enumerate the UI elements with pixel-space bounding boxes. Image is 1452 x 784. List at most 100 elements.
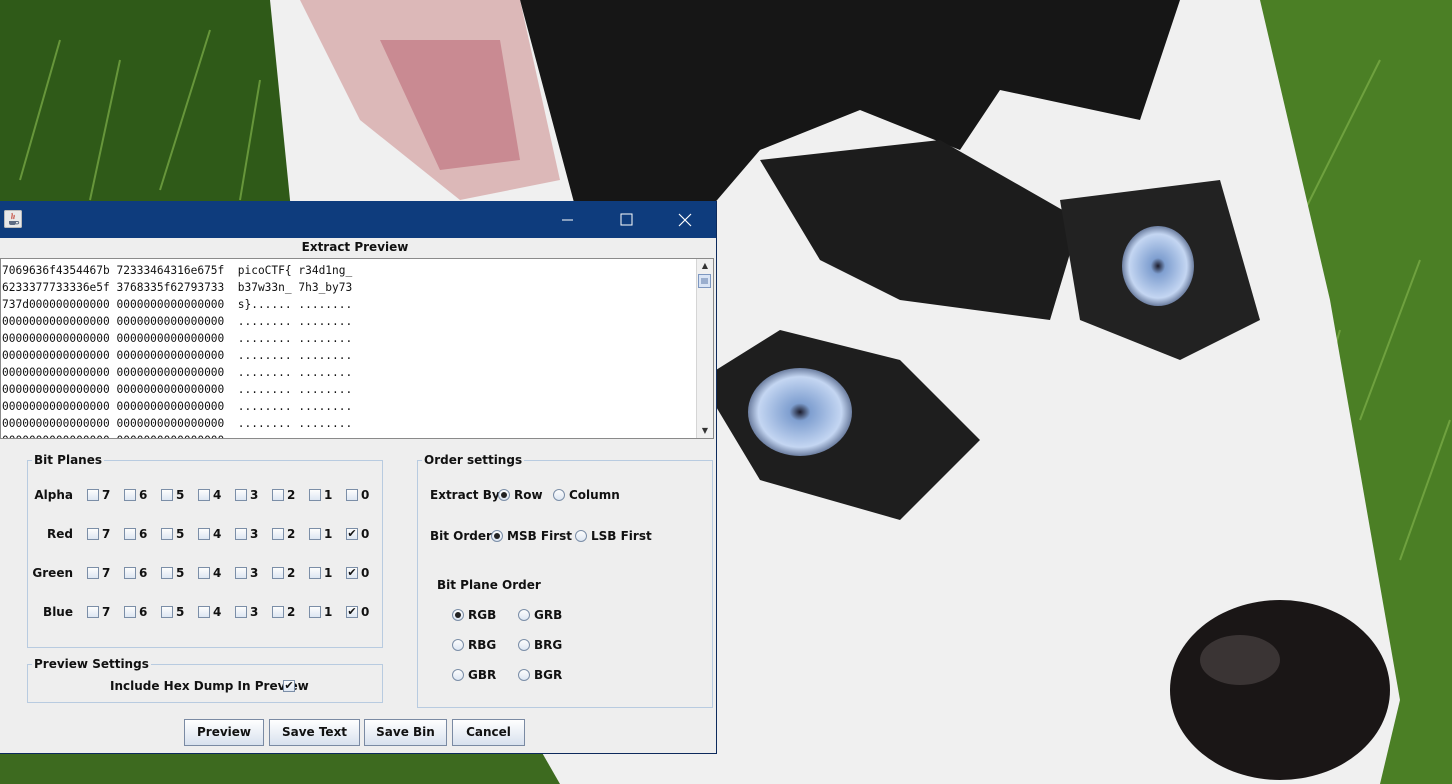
bit-number-label: 3	[250, 488, 259, 502]
bit-plane-checkbox[interactable]	[235, 489, 247, 501]
preview-text-area[interactable]: 7069636f4354467b 72333464316e675f picoCT…	[0, 258, 714, 439]
bit-plane-checkbox[interactable]	[124, 567, 136, 579]
bit-number-label: 7	[102, 488, 111, 502]
bit-plane-checkbox[interactable]	[272, 489, 284, 501]
cancel-button[interactable]: Cancel	[452, 719, 525, 746]
bit-plane-checkbox[interactable]	[309, 567, 321, 579]
bit-plane-checkbox[interactable]	[87, 528, 99, 540]
bit-number-label: 2	[287, 605, 296, 619]
bit-plane-order-option-label[interactable]: GBR	[468, 668, 496, 682]
bit-plane-row-label: Blue	[43, 605, 73, 619]
bit-plane-order-option-label[interactable]: RGB	[468, 608, 496, 622]
lsb-first-radio[interactable]	[575, 530, 587, 542]
bit-plane-checkbox[interactable]	[161, 489, 173, 501]
title-bar[interactable]	[0, 201, 716, 238]
bit-plane-order-option-label[interactable]: GRB	[534, 608, 562, 622]
extract-by-label: Extract By	[430, 488, 500, 502]
bit-plane-checkbox[interactable]	[87, 606, 99, 618]
preview-settings-title: Preview Settings	[32, 656, 151, 672]
bit-plane-checkbox[interactable]	[161, 606, 173, 618]
bit-plane-checkbox[interactable]: ✔	[346, 567, 358, 579]
scroll-down-icon[interactable]: ▼	[697, 424, 713, 438]
extract-by-column-radio[interactable]	[553, 489, 565, 501]
vertical-scrollbar[interactable]: ▲ ▼	[696, 259, 713, 438]
bit-plane-order-label: Bit Plane Order	[437, 578, 541, 592]
bit-number-label: 1	[324, 488, 333, 502]
bit-order-label: Bit Order	[430, 529, 492, 543]
bit-plane-order-radio[interactable]	[452, 609, 464, 621]
bit-number-label: 7	[102, 605, 111, 619]
bit-number-label: 0	[361, 488, 370, 502]
bit-number-label: 1	[324, 566, 333, 580]
extract-dialog: Extract Preview 7069636f4354467b 7233346…	[0, 201, 717, 754]
hex-dump-label: Include Hex Dump In Preview	[110, 679, 309, 693]
bit-plane-checkbox[interactable]	[346, 489, 358, 501]
bit-plane-checkbox[interactable]	[87, 567, 99, 579]
minimize-button[interactable]	[538, 201, 596, 238]
bit-plane-checkbox[interactable]	[161, 567, 173, 579]
bit-number-label: 3	[250, 605, 259, 619]
scroll-up-icon[interactable]: ▲	[697, 259, 713, 273]
bit-plane-checkbox[interactable]	[124, 606, 136, 618]
bit-plane-checkbox[interactable]	[272, 606, 284, 618]
bit-plane-checkbox[interactable]	[87, 489, 99, 501]
bit-plane-checkbox[interactable]	[272, 528, 284, 540]
bit-number-label: 4	[213, 527, 222, 541]
bit-number-label: 4	[213, 605, 222, 619]
bit-plane-checkbox[interactable]: ✔	[346, 606, 358, 618]
maximize-icon	[620, 213, 633, 226]
preview-line: 737d000000000000 0000000000000000 s}....…	[2, 298, 353, 311]
bit-plane-order-option-label[interactable]: RBG	[468, 638, 496, 652]
bit-plane-order-radio[interactable]	[518, 639, 530, 651]
extract-preview-title: Extract Preview	[301, 240, 409, 254]
bit-plane-checkbox[interactable]	[124, 489, 136, 501]
bit-plane-checkbox[interactable]	[161, 528, 173, 540]
bit-number-label: 0	[361, 566, 370, 580]
bit-plane-order-option-label[interactable]: BRG	[534, 638, 562, 652]
extract-by-row-radio[interactable]	[498, 489, 510, 501]
save-bin-button[interactable]: Save Bin	[364, 719, 447, 746]
lsb-first-label[interactable]: LSB First	[591, 529, 652, 543]
bit-plane-order-radio[interactable]	[452, 639, 464, 651]
scroll-thumb[interactable]	[698, 274, 711, 288]
close-button[interactable]	[656, 201, 714, 238]
msb-first-radio[interactable]	[491, 530, 503, 542]
preview-settings-group: Preview Settings Include Hex Dump In Pre…	[27, 656, 383, 703]
bit-plane-checkbox[interactable]	[272, 567, 284, 579]
bit-plane-order-option-label[interactable]: BGR	[534, 668, 562, 682]
msb-first-label[interactable]: MSB First	[507, 529, 572, 543]
bit-plane-checkbox[interactable]	[309, 606, 321, 618]
bit-plane-checkbox[interactable]	[198, 567, 210, 579]
bit-plane-order-radio[interactable]	[518, 669, 530, 681]
bit-plane-checkbox[interactable]	[235, 567, 247, 579]
bit-number-label: 6	[139, 605, 148, 619]
bit-plane-checkbox[interactable]	[309, 528, 321, 540]
bit-plane-order-radio[interactable]	[452, 669, 464, 681]
bit-plane-checkbox[interactable]	[198, 606, 210, 618]
bit-number-label: 2	[287, 566, 296, 580]
hex-dump-checkbox[interactable]: ✔	[283, 680, 295, 692]
bit-plane-checkbox[interactable]	[235, 528, 247, 540]
bit-number-label: 4	[213, 566, 222, 580]
save-text-button[interactable]: Save Text	[269, 719, 360, 746]
bit-plane-checkbox[interactable]	[124, 528, 136, 540]
preview-lines: 7069636f4354467b 72333464316e675f picoCT…	[2, 262, 353, 438]
grip-icon	[701, 278, 708, 284]
extract-by-column-label[interactable]: Column	[569, 488, 620, 502]
maximize-button[interactable]	[597, 201, 655, 238]
bit-number-label: 0	[361, 527, 370, 541]
bit-plane-checkbox[interactable]	[198, 489, 210, 501]
preview-line: 0000000000000000 0000000000000000 ......…	[2, 349, 353, 362]
bit-number-label: 2	[287, 488, 296, 502]
bit-planes-title: Bit Planes	[32, 452, 105, 468]
bit-plane-checkbox[interactable]: ✔	[346, 528, 358, 540]
extract-by-row-label[interactable]: Row	[514, 488, 543, 502]
bit-number-label: 4	[213, 488, 222, 502]
preview-button[interactable]: Preview	[184, 719, 264, 746]
bit-plane-checkbox[interactable]	[235, 606, 247, 618]
bit-plane-checkbox[interactable]	[198, 528, 210, 540]
bit-plane-order-radio[interactable]	[518, 609, 530, 621]
bit-number-label: 7	[102, 527, 111, 541]
bit-number-label: 5	[176, 566, 185, 580]
bit-plane-checkbox[interactable]	[309, 489, 321, 501]
